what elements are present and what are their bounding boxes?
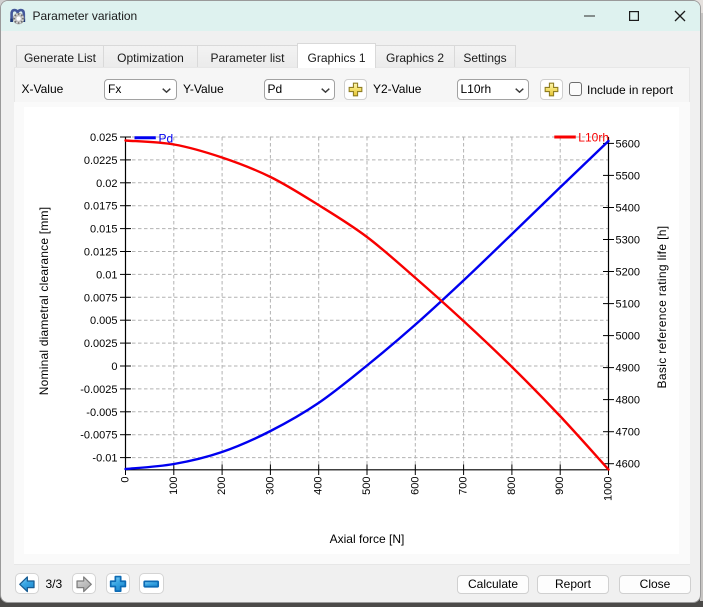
svg-text:-0.0075: -0.0075	[80, 430, 117, 442]
svg-text:800: 800	[506, 477, 518, 495]
svg-text:0.0125: 0.0125	[84, 247, 118, 259]
svg-text:5200: 5200	[616, 267, 640, 279]
svg-text:L10rh: L10rh	[578, 131, 609, 145]
svg-text:-0.01: -0.01	[92, 453, 117, 465]
svg-text:5600: 5600	[616, 138, 640, 150]
svg-text:Axial force [N]: Axial force [N]	[330, 532, 405, 546]
svg-text:5500: 5500	[616, 170, 640, 182]
svg-text:0.0225: 0.0225	[84, 155, 118, 167]
svg-text:0.015: 0.015	[90, 224, 118, 236]
svg-text:0.02: 0.02	[96, 178, 117, 190]
svg-text:900: 900	[554, 477, 566, 495]
svg-text:200: 200	[216, 477, 228, 495]
svg-text:0.0075: 0.0075	[84, 292, 118, 304]
svg-text:600: 600	[409, 477, 421, 495]
svg-text:Basic reference rating life [h: Basic reference rating life [h]	[655, 226, 669, 389]
svg-text:400: 400	[313, 477, 325, 495]
svg-text:1000: 1000	[603, 477, 615, 501]
svg-text:4700: 4700	[616, 427, 640, 439]
svg-text:5000: 5000	[616, 331, 640, 343]
svg-text:500: 500	[361, 477, 373, 495]
svg-text:0: 0	[111, 361, 117, 373]
svg-text:0: 0	[120, 477, 132, 483]
svg-text:-0.005: -0.005	[86, 407, 117, 419]
svg-text:0.005: 0.005	[90, 315, 118, 327]
svg-text:700: 700	[458, 477, 470, 495]
svg-text:0.025: 0.025	[90, 132, 118, 144]
svg-text:0.0025: 0.0025	[84, 338, 118, 350]
svg-text:5400: 5400	[616, 203, 640, 215]
svg-text:0.0175: 0.0175	[84, 201, 118, 213]
svg-text:Nominal diametral clearance [m: Nominal diametral clearance [mm]	[37, 207, 51, 395]
svg-text:5300: 5300	[616, 235, 640, 247]
svg-text:-0.0025: -0.0025	[80, 384, 117, 396]
svg-text:100: 100	[168, 477, 180, 495]
svg-text:4800: 4800	[616, 395, 640, 407]
svg-text:300: 300	[264, 477, 276, 495]
svg-text:4900: 4900	[616, 363, 640, 375]
svg-text:5100: 5100	[616, 299, 640, 311]
svg-text:0.01: 0.01	[96, 269, 117, 281]
svg-text:4600: 4600	[616, 459, 640, 471]
